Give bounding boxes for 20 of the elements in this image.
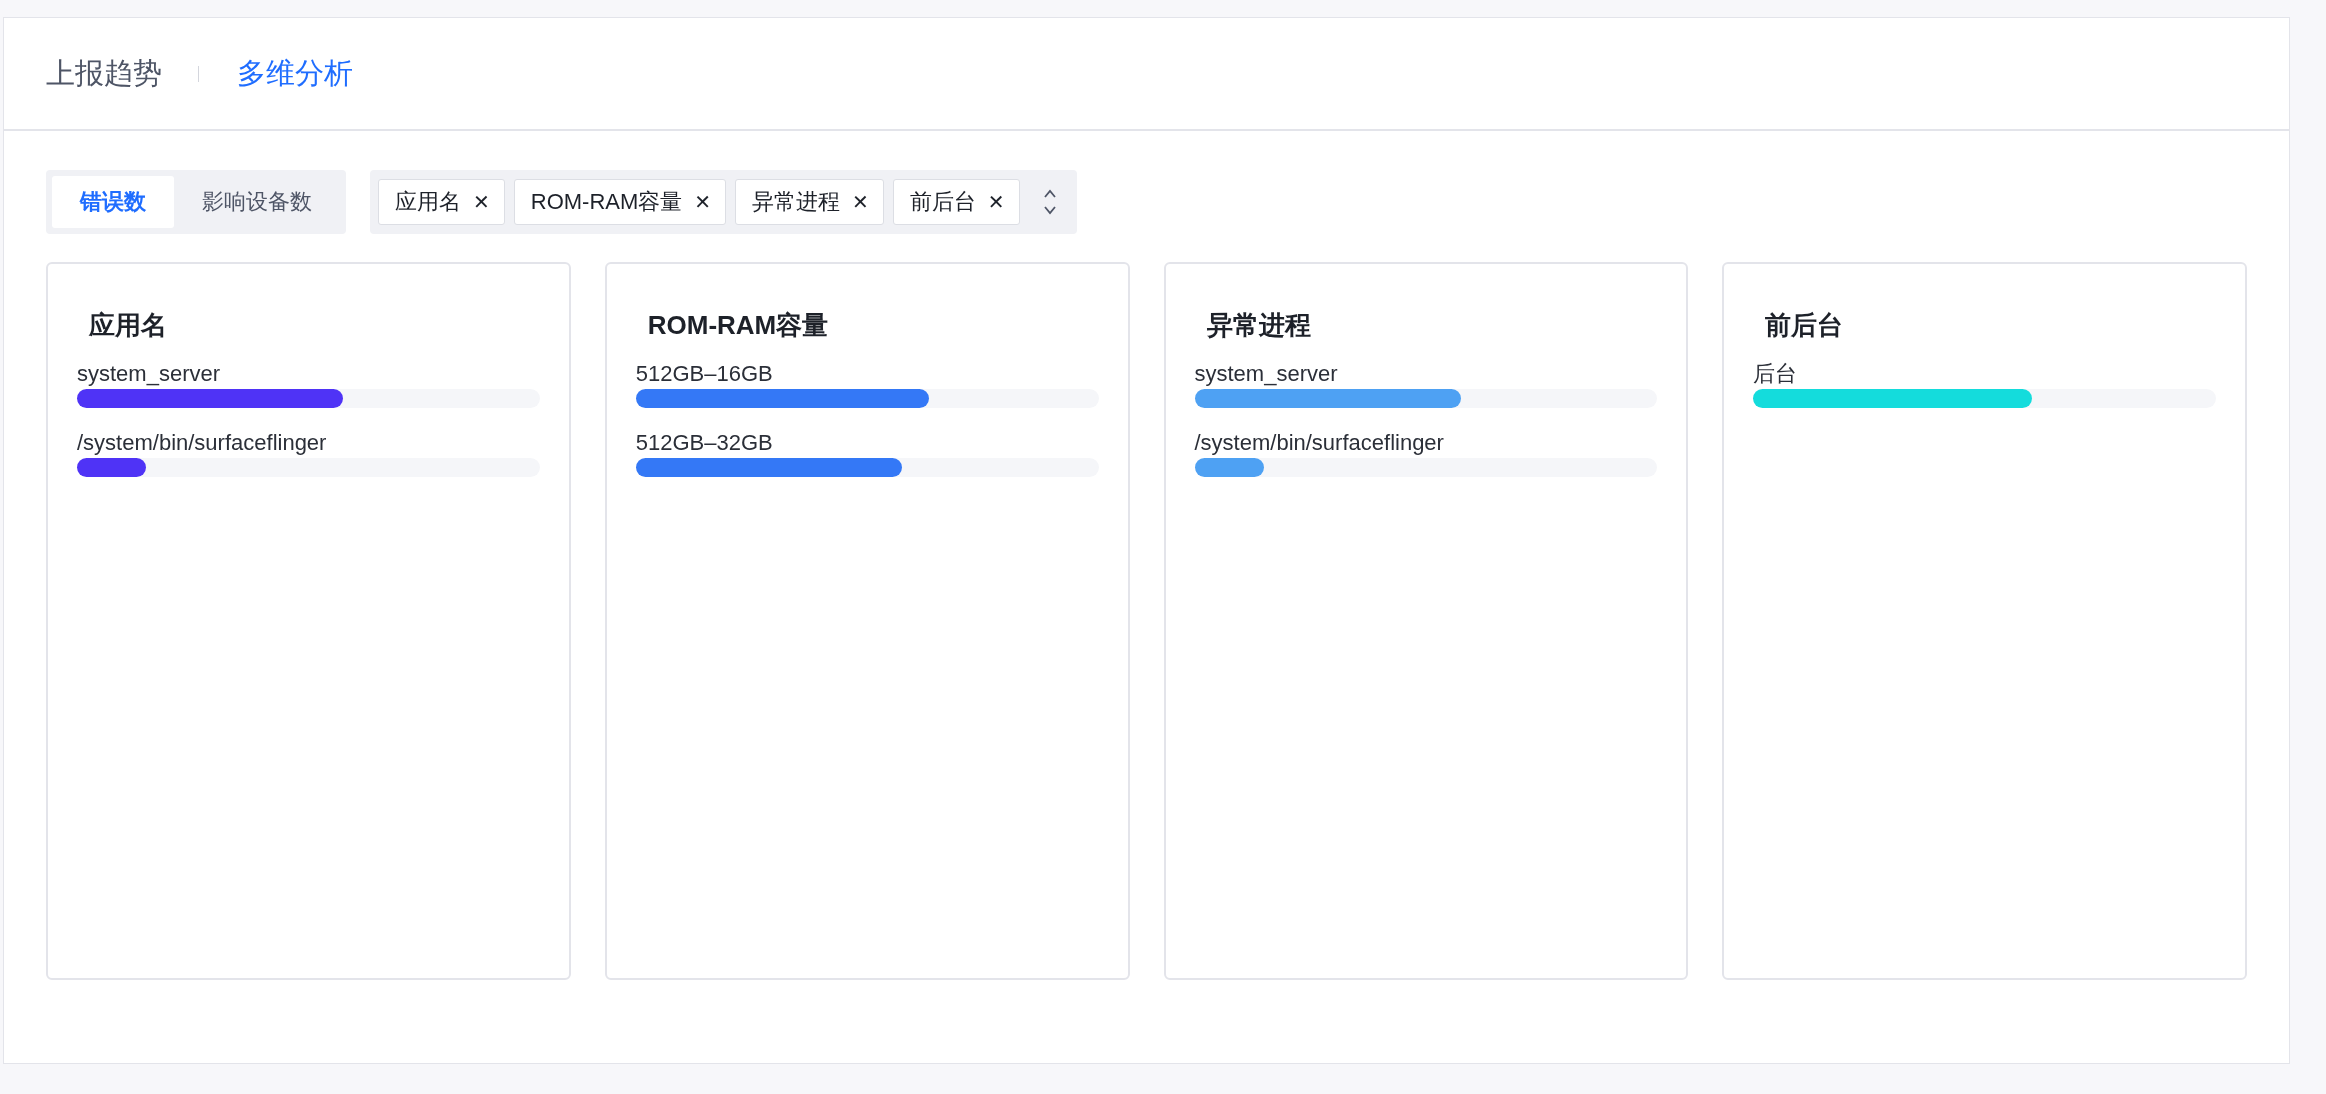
card-title: ROM-RAM容量 <box>646 309 830 342</box>
card-title: 前后台 <box>1764 309 1845 342</box>
item-label: 后台 <box>1753 360 1799 388</box>
sort-icon[interactable] <box>1042 188 1057 216</box>
view-tab[interactable]: 多维分析 <box>237 53 353 94</box>
card-title: 异常进程 <box>1205 309 1312 342</box>
view-tab[interactable]: 上报趋势 <box>46 53 162 94</box>
metric-option[interactable]: 错误数 <box>52 176 174 228</box>
tag-label: 前后台 <box>909 188 976 216</box>
item-label: /system/bin/surfaceflinger <box>77 429 328 457</box>
item-label: 512GB–16GB <box>635 360 774 388</box>
item-label: system_server <box>77 360 222 388</box>
tag-label: ROM-RAM容量 <box>530 188 683 216</box>
item-label: /system/bin/surfaceflinger <box>1194 429 1445 457</box>
item-label: system_server <box>1194 360 1339 388</box>
card-title: 应用名 <box>88 309 168 342</box>
tag-label: 异常进程 <box>752 188 841 216</box>
tag-label: 应用名 <box>395 188 461 216</box>
item-label: 512GB–32GB <box>635 429 774 457</box>
metric-option[interactable]: 影响设备数 <box>174 176 340 228</box>
